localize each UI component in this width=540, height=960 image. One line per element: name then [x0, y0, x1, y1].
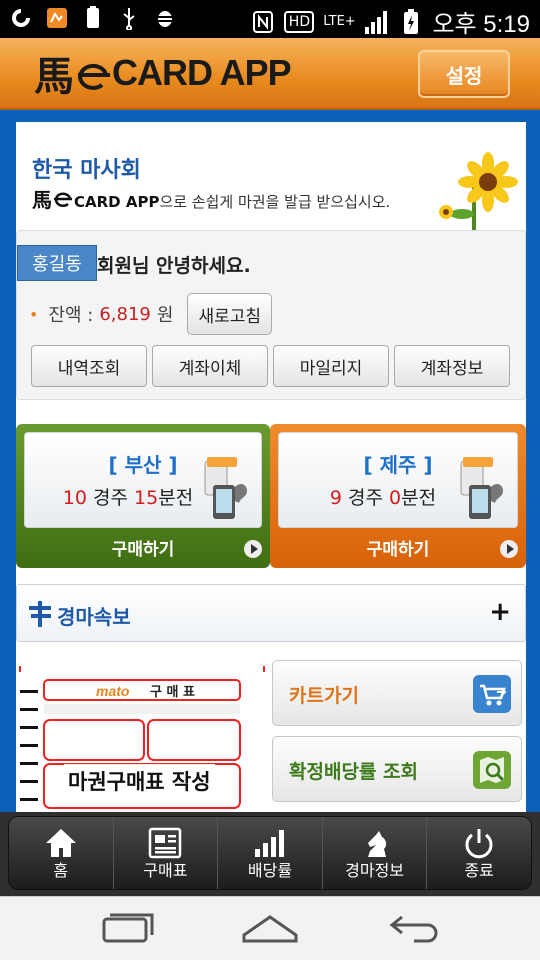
buy-label: 구매하기 — [111, 540, 175, 560]
promo-banner: 한국 마사회 馬 CARD APP 으로 손쉽게 마권을 발급 받으십시오. — [16, 122, 526, 230]
usb-icon — [116, 5, 142, 31]
final-odds-button[interactable]: 확정배당률 조회 — [272, 736, 522, 802]
tab-label: 홈 — [53, 861, 69, 880]
cell-signal-icon — [364, 9, 390, 35]
tab-label: 구매표 — [143, 861, 188, 880]
battery-charging-icon — [398, 8, 424, 35]
race-card-busan[interactable]: [ 부산 ] 10 경주 15분전 구매하기 — [16, 424, 270, 568]
balance-value: 6,819 — [99, 303, 151, 325]
bar-chart-icon — [254, 830, 284, 857]
banner-title: 한국 마사회 — [32, 158, 141, 183]
banner-brand: CARD APP — [74, 193, 160, 211]
ticket-form-button[interactable]: mato 구 매 표 마권구매표 작성 — [16, 660, 268, 812]
race-panel: [ 부산 ] 10 경주 15분전 — [24, 432, 262, 528]
user-name-tag: 홍길동 — [17, 245, 97, 281]
status-left-icons — [8, 5, 178, 31]
lte-icon: LTE+ — [323, 14, 356, 29]
tab-label: 종료 — [464, 861, 494, 880]
ticket-caption: 마권구매표 작성 — [64, 764, 215, 798]
banner-text: 으로 손쉽게 마권을 발급 받으십시오. — [159, 193, 391, 211]
race-number: 9 — [329, 487, 342, 509]
tab-bar-frame: 홈 구매표 배당률 경마정보 종료 — [8, 816, 532, 890]
race-card-jeju[interactable]: [ 제주 ] 9 경주 0분전 구매하기 — [270, 424, 526, 568]
race-news-bar[interactable]: 경마속보 + — [16, 584, 526, 642]
settings-button[interactable]: 설정 — [418, 50, 510, 98]
balance-unit: 원 — [156, 305, 174, 326]
horse-icon — [367, 831, 386, 857]
content-panel: 한국 마사회 馬 CARD APP 으로 손쉽게 마권을 발급 받으십시오. 홍… — [16, 122, 526, 812]
tab-label: 배당률 — [247, 861, 293, 880]
form-brand: mato — [96, 683, 130, 699]
race-minutes: 0 — [389, 487, 402, 509]
tab-label: 경마정보 — [345, 861, 405, 880]
form-title: 구 매 표 — [150, 685, 195, 700]
buy-label: 구매하기 — [366, 540, 430, 560]
odds-label: 확정배당률 조회 — [289, 761, 418, 783]
signal-app-icon — [8, 5, 34, 31]
play-icon — [244, 540, 262, 558]
race-countdown: 9 경주 0분전 — [279, 483, 487, 510]
logo-e-icon — [78, 63, 110, 90]
phone-horse-icon — [204, 457, 247, 519]
main-content: 한국 마사회 馬 CARD APP 으로 손쉽게 마권을 발급 받으십시오. 홍… — [0, 110, 540, 812]
back-icon[interactable] — [384, 911, 444, 945]
bullet-icon: • — [29, 304, 39, 324]
tab-home[interactable]: 홈 — [9, 817, 113, 889]
note-icon — [44, 5, 70, 31]
app-header: 馬 CARD APP 설정 — [0, 38, 540, 110]
tab-odds[interactable]: 배당률 — [217, 817, 322, 889]
signpost-icon — [29, 601, 51, 627]
cart-label: 카트가기 — [289, 685, 359, 707]
tab-race-info[interactable]: 경마정보 — [321, 817, 427, 889]
nfc-icon — [250, 9, 276, 35]
bottom-tab-bar: 홈 구매표 배당률 경마정보 종료 — [0, 812, 540, 896]
phone-horse-icon — [460, 457, 503, 519]
cart-icon — [473, 675, 511, 713]
race-panel: [ 제주 ] 9 경주 0분전 — [278, 432, 518, 528]
race-minutes-unit: 분전 — [158, 487, 194, 509]
transfer-button[interactable]: 계좌이체 — [152, 345, 268, 387]
home-nav-icon[interactable] — [240, 911, 300, 945]
tab-exit[interactable]: 종료 — [426, 817, 531, 889]
race-unit: 경주 — [348, 487, 383, 509]
play-icon — [500, 540, 518, 558]
app-logo: 馬 CARD APP — [34, 50, 292, 99]
logo-mark: 馬 — [34, 54, 74, 99]
race-minutes-unit: 분전 — [401, 487, 437, 509]
account-info-button[interactable]: 계좌정보 — [394, 345, 510, 387]
android-debug-icon — [152, 5, 178, 31]
balance-label: 잔액 : — [48, 305, 94, 326]
hd-voice-icon: HD — [284, 10, 315, 33]
map-search-icon — [473, 751, 511, 789]
news-title: 경마속보 — [57, 605, 131, 629]
home-icon — [45, 829, 76, 857]
greeting-text: 회원님 안녕하세요. — [97, 255, 251, 277]
cart-button[interactable]: 카트가기 — [272, 660, 522, 726]
banner-e-icon — [54, 192, 72, 207]
balance-row: • 잔액 : 6,819 원 새로고침 — [29, 293, 272, 335]
race-minutes: 15 — [134, 487, 159, 509]
expand-plus-icon[interactable]: + — [489, 597, 511, 627]
race-unit: 경주 — [93, 487, 128, 509]
race-number: 10 — [62, 487, 87, 509]
banner-subtitle: 馬 CARD APP 으로 손쉽게 마권을 발급 받으십시오. — [32, 184, 390, 213]
ticket-icon — [149, 827, 182, 859]
logo-text: CARD APP — [112, 52, 292, 93]
history-button[interactable]: 내역조회 — [31, 345, 147, 387]
status-bar: HD LTE+ 오후 5:19 — [0, 0, 540, 38]
sunflower-icon — [439, 152, 518, 230]
battery-100-icon — [80, 5, 106, 31]
tab-ticket[interactable]: 구매표 — [112, 817, 218, 889]
refresh-button[interactable]: 새로고침 — [187, 293, 272, 335]
mileage-button[interactable]: 마일리지 — [273, 345, 389, 387]
status-time: 오후 5:19 — [432, 11, 530, 38]
member-box: 홍길동 회원님 안녕하세요. • 잔액 : 6,819 원 새로고침 내역조회 … — [16, 230, 526, 400]
status-right-icons: HD LTE+ 오후 5:19 — [250, 4, 530, 39]
banner-logo-mark: 馬 — [32, 190, 52, 212]
recent-apps-icon[interactable] — [96, 911, 156, 945]
account-menu: 내역조회 계좌이체 마일리지 계좌정보 — [31, 345, 510, 387]
power-icon — [465, 829, 493, 859]
system-nav-bar — [0, 896, 540, 960]
